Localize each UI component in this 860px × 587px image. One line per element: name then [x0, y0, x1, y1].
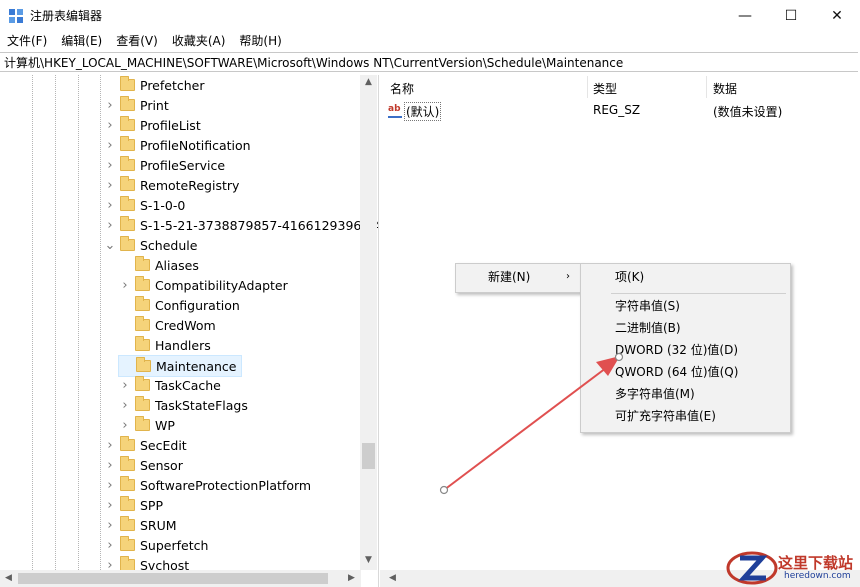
watermark-text: 这里下载站: [778, 554, 854, 572]
watermark-logo: 这里下载站 heredown.com: [726, 548, 860, 587]
arrow-end-dot: [614, 352, 624, 362]
watermark-subtext: heredown.com: [784, 571, 851, 581]
arrow-start-dot: [439, 485, 449, 495]
z-logo-icon: [726, 551, 778, 585]
annotation-arrow: [439, 352, 624, 495]
